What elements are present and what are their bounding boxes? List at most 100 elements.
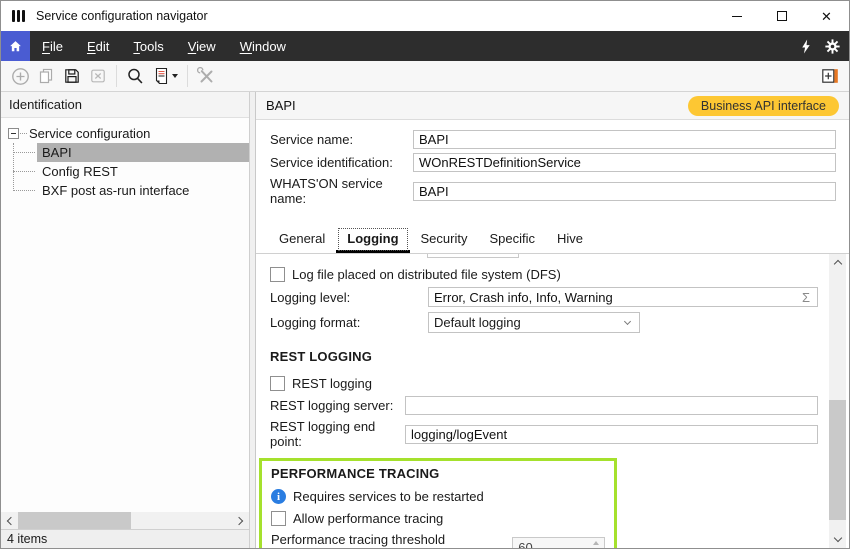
sigma-picker-button[interactable]: Σ bbox=[795, 290, 817, 305]
logging-level-row: Logging level: Σ bbox=[270, 287, 849, 307]
close-icon: ✕ bbox=[821, 10, 832, 23]
tree-item-config-rest[interactable]: Config REST bbox=[37, 162, 249, 181]
toolbar bbox=[1, 61, 849, 92]
tools-button[interactable] bbox=[193, 63, 219, 89]
menu-bar: File Edit Tools View Window bbox=[1, 31, 849, 61]
tree-item-bapi[interactable]: BAPI bbox=[37, 143, 249, 162]
restart-info-row: i Requires services to be restarted bbox=[271, 489, 605, 504]
home-button[interactable] bbox=[1, 31, 30, 61]
toolbar-separator bbox=[187, 65, 188, 87]
detail-header: BAPI Business API interface bbox=[256, 92, 849, 120]
delete-button[interactable] bbox=[85, 63, 111, 89]
rest-logging-endpoint-label: REST logging end point: bbox=[270, 419, 405, 449]
logging-format-select[interactable]: Default logging bbox=[428, 312, 640, 333]
business-api-interface-badge: Business API interface bbox=[688, 96, 839, 116]
minimize-icon bbox=[732, 16, 742, 17]
rest-logging-endpoint-input[interactable] bbox=[405, 425, 818, 444]
maximize-button[interactable] bbox=[759, 1, 804, 31]
threshold-value: 60 bbox=[513, 540, 588, 549]
info-icon: i bbox=[271, 489, 286, 504]
vertical-scrollbar[interactable] bbox=[829, 254, 846, 548]
settings-button[interactable] bbox=[819, 31, 845, 61]
search-icon bbox=[126, 67, 145, 86]
service-identification-input[interactable] bbox=[413, 153, 836, 172]
logging-level-field: Σ bbox=[428, 287, 818, 307]
scroll-down-arrow[interactable] bbox=[829, 531, 846, 548]
horizontal-scroll-thumb[interactable] bbox=[18, 512, 131, 529]
threshold-label: Performance tracing threshold (seconds): bbox=[271, 532, 506, 548]
vertical-scroll-thumb[interactable] bbox=[829, 400, 846, 520]
copy-button[interactable] bbox=[33, 63, 59, 89]
tree-item-bxf-post-as-run-interface[interactable]: BXF post as-run interface bbox=[37, 181, 249, 200]
menu-item-window[interactable]: Window bbox=[228, 31, 298, 61]
scroll-up-arrow[interactable] bbox=[829, 254, 846, 271]
vertical-scroll-track[interactable] bbox=[829, 271, 846, 531]
logging-level-label: Logging level: bbox=[270, 290, 428, 305]
tab-general[interactable]: General bbox=[268, 226, 336, 253]
allow-performance-tracing-label: Allow performance tracing bbox=[293, 511, 443, 526]
maximize-icon bbox=[777, 11, 787, 21]
scroll-right-arrow[interactable] bbox=[232, 512, 249, 529]
collapse-expander-icon[interactable] bbox=[8, 128, 19, 139]
plus-circle-icon bbox=[11, 67, 30, 86]
save-icon bbox=[63, 67, 81, 85]
add-panel-button[interactable] bbox=[817, 63, 843, 89]
rest-logging-section-header: REST LOGGING bbox=[270, 349, 849, 364]
tree-item-label: BAPI bbox=[42, 145, 72, 160]
add-panel-icon bbox=[821, 67, 839, 85]
tab-security[interactable]: Security bbox=[410, 226, 479, 253]
dfs-checkbox-row: Log file placed on distributed file syst… bbox=[270, 265, 849, 283]
minimize-button[interactable] bbox=[714, 1, 759, 31]
add-button[interactable] bbox=[7, 63, 33, 89]
identification-panel-title: Identification bbox=[9, 97, 82, 112]
report-button[interactable] bbox=[148, 63, 182, 89]
whatson-service-name-input[interactable] bbox=[413, 182, 836, 201]
service-identification-row: Service identification: bbox=[270, 153, 836, 172]
home-icon bbox=[8, 39, 23, 54]
copy-icon bbox=[37, 67, 55, 85]
tab-hive[interactable]: Hive bbox=[546, 226, 594, 253]
tree-item-label: BXF post as-run interface bbox=[42, 183, 189, 198]
search-button[interactable] bbox=[122, 63, 148, 89]
horizontal-scroll-track[interactable] bbox=[18, 512, 232, 529]
identification-panel-header: Identification bbox=[1, 92, 249, 118]
dfs-checkbox[interactable] bbox=[270, 267, 285, 282]
identification-panel: Identification Service configuration BAP… bbox=[1, 92, 250, 548]
close-button[interactable]: ✕ bbox=[804, 1, 849, 31]
quick-actions-button[interactable] bbox=[793, 31, 819, 61]
service-identification-label: Service identification: bbox=[270, 155, 413, 170]
menu-item-view[interactable]: View bbox=[176, 31, 228, 61]
chevron-up-icon bbox=[833, 260, 841, 268]
lightning-icon bbox=[800, 39, 812, 54]
tab-specific[interactable]: Specific bbox=[478, 226, 546, 253]
rest-logging-server-label: REST logging server: bbox=[270, 398, 405, 413]
logging-level-input[interactable] bbox=[429, 289, 795, 305]
title-bar: Service configuration navigator ✕ bbox=[1, 1, 849, 31]
horizontal-scrollbar[interactable] bbox=[1, 512, 249, 529]
menu-item-edit[interactable]: Edit bbox=[75, 31, 121, 61]
performance-tracing-header: PERFORMANCE TRACING bbox=[271, 466, 605, 481]
threshold-spinner[interactable]: 60 bbox=[512, 537, 605, 548]
rest-logging-checkbox[interactable] bbox=[270, 376, 285, 391]
service-name-input[interactable] bbox=[413, 130, 836, 149]
tab-logging[interactable]: Logging bbox=[336, 226, 409, 253]
app-logo-icon bbox=[10, 8, 27, 25]
tree-root-service-configuration[interactable]: Service configuration bbox=[1, 124, 249, 143]
allow-performance-tracing-checkbox[interactable] bbox=[271, 511, 286, 526]
service-name-label: Service name: bbox=[270, 132, 413, 147]
logging-tab-content: Log file placed on distributed file syst… bbox=[256, 254, 849, 548]
detail-panel: BAPI Business API interface Service name… bbox=[256, 92, 849, 548]
toolbar-separator bbox=[116, 65, 117, 87]
spinner-up-button[interactable] bbox=[593, 541, 599, 545]
menu-item-tools[interactable]: Tools bbox=[121, 31, 175, 61]
dropdown-caret-icon bbox=[172, 74, 178, 78]
service-name-row: Service name: bbox=[270, 130, 836, 149]
menu-item-file[interactable]: File bbox=[30, 31, 75, 61]
tree-connector-line bbox=[13, 143, 14, 191]
logging-format-label: Logging format: bbox=[270, 315, 428, 330]
rest-logging-server-input[interactable] bbox=[405, 396, 818, 415]
save-button[interactable] bbox=[59, 63, 85, 89]
rest-logging-endpoint-row: REST logging end point: bbox=[270, 419, 849, 449]
restart-info-text: Requires services to be restarted bbox=[293, 489, 484, 504]
scroll-left-arrow[interactable] bbox=[1, 512, 18, 529]
